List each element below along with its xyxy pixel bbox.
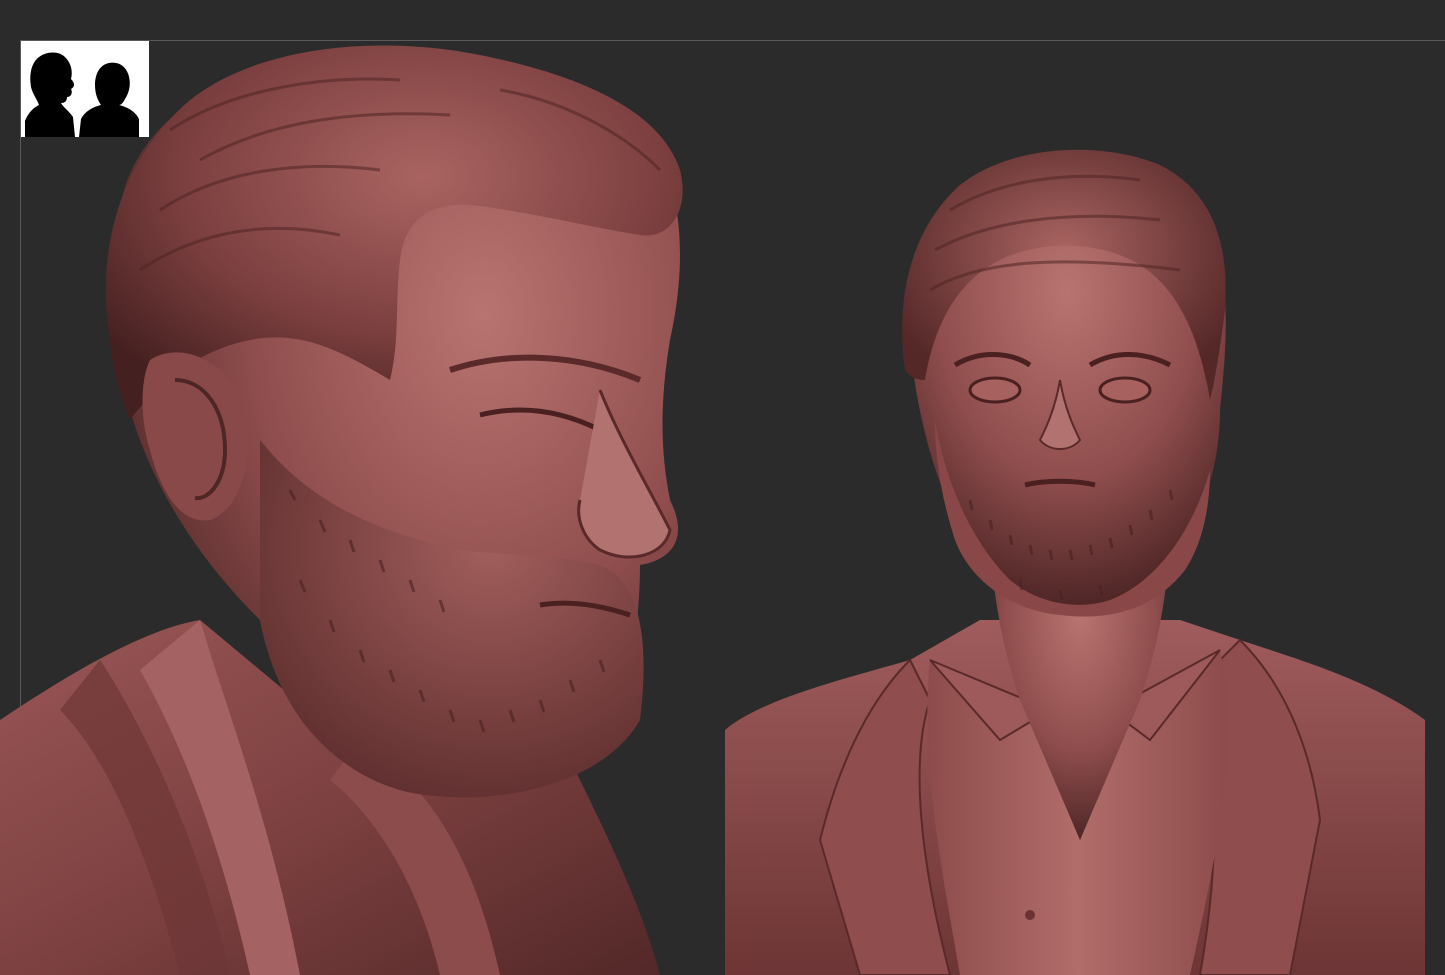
bust-front-view[interactable] xyxy=(720,140,1445,975)
navigator-thumbnail[interactable] xyxy=(21,41,149,137)
zbrush-viewport[interactable] xyxy=(0,0,1445,975)
bust-front-sculpt xyxy=(725,149,1425,975)
bust-three-quarter-view[interactable] xyxy=(0,20,720,975)
silhouette-navigator-icon xyxy=(25,52,139,137)
bust-three-quarter-sculpt xyxy=(0,45,683,975)
